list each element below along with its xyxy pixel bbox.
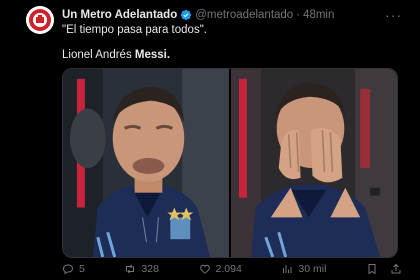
timestamp[interactable]: 48min [303,8,334,22]
bookmark-icon [368,264,376,275]
avatar-logo-icon [26,6,54,34]
like-button[interactable]: 2.094 [199,263,242,275]
views-button[interactable]: 30 mil [281,263,326,275]
media-photo-left[interactable] [63,69,229,257]
action-group-right [366,263,402,275]
avatar[interactable] [26,6,54,34]
reply-icon [63,264,73,275]
retweet-icon [126,264,135,274]
share-icon [391,263,401,274]
tweet-text-line2: Lionel Andrés Messi. [62,48,170,62]
retweet-count: 328 [141,263,159,275]
verified-badge-icon [180,9,192,21]
share-button[interactable] [390,263,402,275]
views-count: 30 mil [298,263,327,275]
separator-dot: · [296,9,301,21]
views-chart-icon [283,265,292,273]
tweet-text-name-bold: Messi. [134,49,171,61]
like-count: 2.094 [215,263,242,275]
tweet-header: Un Metro Adelantado @metroadelantado · 4… [62,8,334,22]
retweet-button[interactable]: 328 [124,263,159,275]
display-name[interactable]: Un Metro Adelantado [62,8,177,22]
reply-button[interactable]: 5 [62,263,85,275]
media-photo-right[interactable] [231,69,397,257]
tweet-media[interactable] [62,68,398,258]
bookmark-button[interactable] [366,263,378,275]
tweet: Un Metro Adelantado @metroadelantado · 4… [0,0,420,280]
more-options-icon[interactable]: ··· [385,7,402,23]
tweet-actions: 5 328 2.094 30 mil [62,263,402,275]
tweet-text-line1: "El tiempo pasa para todos". [62,24,207,36]
reply-count: 5 [79,263,85,275]
handle[interactable]: @metroadelantado [195,8,293,22]
heart-icon [199,264,210,274]
tweet-text-name: Lionel Andrés [62,49,135,61]
